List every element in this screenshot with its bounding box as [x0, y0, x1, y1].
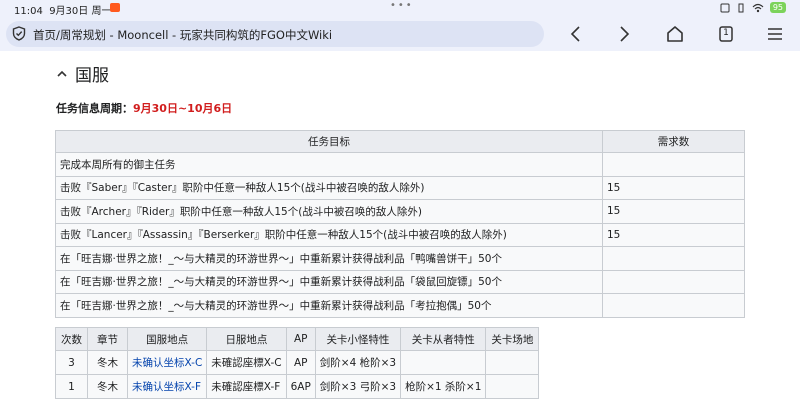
- task-goal: 完成本周所有的御主任务: [55, 152, 603, 177]
- cell-ap: AP: [285, 350, 316, 375]
- task-count: [602, 246, 745, 271]
- url-title: 首页/周常规划 - Mooncell - 玩家共同构筑的FGO中文Wiki: [33, 28, 333, 42]
- task-goal: 击败『Archer』『Rider』职阶中任意一种敌人15个(战斗中被召唤的敌人除…: [55, 199, 603, 224]
- table-row: 完成本周所有的御主任务: [55, 152, 745, 177]
- address-bar[interactable]: 首页/周常规划 - Mooncell - 玩家共同构筑的FGO中文Wiki: [6, 21, 544, 47]
- browser-toolbar: 首页/周常规划 - Mooncell - 玩家共同构筑的FGO中文Wiki 1: [0, 17, 800, 51]
- task-count: 15: [602, 175, 745, 200]
- table-row: 击败『Archer』『Rider』职阶中任意一种敌人15个(战斗中被召唤的敌人除…: [55, 199, 745, 224]
- table-row: 在「旺吉娜·世界之旅！_～与大精灵的环游世界～」中重新累计获得战利品「考拉抱偶」…: [55, 293, 745, 318]
- cell-servant-traits: [400, 350, 487, 375]
- menu-icon[interactable]: [765, 24, 785, 44]
- back-icon[interactable]: [566, 24, 586, 44]
- task-period: 任务信息周期：9月30日~10月6日: [56, 100, 232, 116]
- shield-icon: [12, 26, 26, 41]
- cell-ap: 6AP: [285, 374, 316, 399]
- battery-icon: 95: [769, 2, 786, 13]
- task-goal: 在「旺吉娜·世界之旅！_～与大精灵的环游世界～」中重新累计获得战利品「考拉抱偶」…: [55, 293, 603, 318]
- task-count: 15: [602, 199, 745, 224]
- cell-servant-traits: 枪阶×1 杀阶×1: [400, 374, 487, 399]
- cell-mob-traits: 剑阶×3 弓阶×3: [314, 374, 402, 399]
- header-mob-traits: 关卡小怪特性: [314, 327, 402, 351]
- tab-count: 1: [723, 28, 729, 38]
- task-goal: 在「旺吉娜·世界之旅！_～与大精灵的环游世界～」中重新累计获得战利品「袋鼠回旋镖…: [55, 269, 603, 294]
- forward-icon[interactable]: [614, 24, 634, 44]
- nfc-icon: [720, 3, 730, 12]
- header-ap: AP: [285, 327, 316, 351]
- cell-cn-location[interactable]: 未确认坐标X-C: [126, 350, 208, 375]
- cell-jp-location: 未確認座標X-F: [206, 374, 287, 399]
- notification-icon: [110, 3, 120, 12]
- period-label: 任务信息周期：: [56, 102, 133, 115]
- task-goal: 在「旺吉娜·世界之旅！_～与大精灵的环游世界～」中重新累计获得战利品「鸭嘴兽饼干…: [55, 246, 603, 271]
- cell-field: [485, 374, 540, 399]
- section-header[interactable]: 国服: [56, 61, 109, 86]
- more-dots-icon: •••: [390, 0, 414, 11]
- task-count: 15: [602, 222, 745, 247]
- header-cn-location: 国服地点: [126, 327, 208, 351]
- header-servant-traits: 关卡从者特性: [400, 327, 487, 351]
- date: 9月30日 周一: [49, 6, 112, 17]
- task-goal: 击败『Lancer』『Assassin』『Berserker』职阶中任意一种敌人…: [55, 222, 603, 247]
- table-row: 击败『Saber』『Caster』职阶中任意一种敌人15个(战斗中被召唤的敌人除…: [55, 175, 745, 200]
- cell-times: 3: [55, 350, 88, 375]
- cell-field: [485, 350, 540, 375]
- stage-table-header: 次数 章节 国服地点 日服地点 AP 关卡小怪特性 关卡从者特性 关卡场地: [55, 327, 540, 351]
- status-icons: 95: [720, 2, 786, 13]
- period-dates: 9月30日~10月6日: [133, 102, 233, 115]
- task-count: [602, 293, 745, 318]
- task-table: 任务目标 需求数 完成本周所有的御主任务 击败『Saber』『Caster』职阶…: [55, 130, 745, 318]
- page-content: 国服 任务信息周期：9月30日~10月6日 任务目标 需求数 完成本周所有的御主…: [0, 51, 800, 400]
- cell-times: 1: [55, 374, 88, 399]
- header-goal: 任务目标: [55, 130, 603, 153]
- table-row: 在「旺吉娜·世界之旅！_～与大精灵的环游世界～」中重新累计获得战利品「鸭嘴兽饼干…: [55, 246, 745, 271]
- task-goal: 击败『Saber』『Caster』职阶中任意一种敌人15个(战斗中被召唤的敌人除…: [55, 175, 603, 200]
- task-table-header: 任务目标 需求数: [55, 130, 745, 153]
- status-bar: 11:04 9月30日 周一 ••• 95: [0, 0, 800, 17]
- clock: 11:04: [14, 6, 43, 17]
- section-title: 国服: [75, 66, 109, 86]
- header-times: 次数: [55, 327, 88, 351]
- table-row: 1 冬木 未确认坐标X-F 未確認座標X-F 6AP 剑阶×3 弓阶×3 枪阶×…: [55, 374, 540, 399]
- cell-chapter: 冬木: [87, 374, 128, 399]
- table-row: 3 冬木 未确认坐标X-C 未確認座標X-C AP 剑阶×4 枪阶×3: [55, 350, 540, 375]
- tabs-button[interactable]: 1: [716, 24, 736, 44]
- header-count: 需求数: [602, 130, 745, 153]
- table-row: 在「旺吉娜·世界之旅！_～与大精灵的环游世界～」中重新累计获得战利品「袋鼠回旋镖…: [55, 269, 745, 294]
- task-count: [602, 269, 745, 294]
- table-row: 击败『Lancer』『Assassin』『Berserker』职阶中任意一种敌人…: [55, 222, 745, 247]
- vibrate-icon: [738, 3, 744, 12]
- wifi-icon: [752, 3, 764, 12]
- task-count: [602, 152, 745, 177]
- status-time: 11:04 9月30日 周一: [14, 2, 111, 17]
- header-field: 关卡场地: [485, 327, 540, 351]
- header-chapter: 章节: [87, 327, 128, 351]
- cell-mob-traits: 剑阶×4 枪阶×3: [314, 350, 402, 375]
- cell-cn-location[interactable]: 未确认坐标X-F: [126, 374, 208, 399]
- chevron-up-icon[interactable]: [56, 68, 68, 80]
- header-jp-location: 日服地点: [206, 327, 287, 351]
- home-icon[interactable]: [665, 24, 685, 44]
- cell-chapter: 冬木: [87, 350, 128, 375]
- stage-table: 次数 章节 国服地点 日服地点 AP 关卡小怪特性 关卡从者特性 关卡场地 3 …: [55, 327, 540, 399]
- cell-jp-location: 未確認座標X-C: [206, 350, 287, 375]
